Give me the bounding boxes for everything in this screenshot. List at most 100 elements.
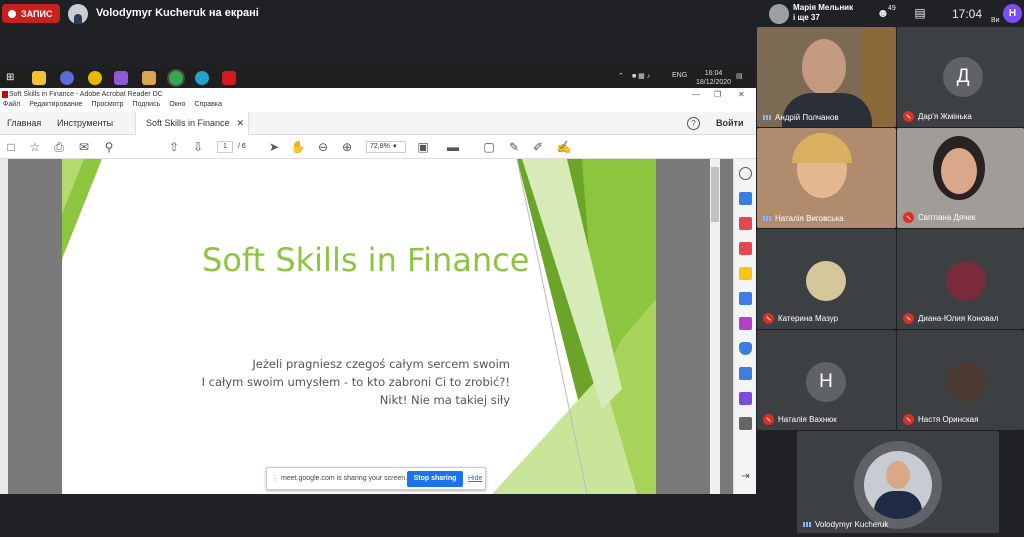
hand-tool-icon[interactable]: ✋ bbox=[290, 140, 306, 154]
participant-tile[interactable]: Світлана Дячек bbox=[897, 128, 1024, 228]
menu-item[interactable]: Редактирование bbox=[29, 101, 82, 108]
mic-off-icon bbox=[903, 414, 914, 425]
app-icon[interactable] bbox=[88, 71, 102, 85]
drag-handle-icon[interactable]: ⋮ bbox=[271, 474, 279, 483]
tab-tools[interactable]: Инструменты bbox=[57, 112, 113, 135]
menu-item[interactable]: Просмотр bbox=[92, 101, 124, 108]
tab-document[interactable]: Soft Skills in Finance ✕ bbox=[135, 112, 250, 135]
close-button[interactable]: ✕ bbox=[738, 90, 745, 99]
visual-studio-icon[interactable] bbox=[114, 71, 128, 85]
minimize-button[interactable]: — bbox=[692, 90, 700, 99]
window-title: Soft Skills in Finance - Adobe Acrobat R… bbox=[9, 91, 163, 98]
acrobat-icon[interactable] bbox=[222, 71, 236, 85]
scroll-mode-icon[interactable]: ▬ bbox=[445, 140, 461, 154]
tab-home[interactable]: Главная bbox=[7, 112, 41, 135]
browser-icon[interactable] bbox=[60, 71, 74, 85]
presenter-suit bbox=[874, 491, 922, 519]
collapse-pane-icon[interactable]: ⇥ bbox=[739, 471, 752, 484]
print-icon[interactable]: ⎙ bbox=[51, 140, 67, 154]
participant-name-text: Диана-Юлия Коновал bbox=[918, 314, 999, 323]
scan-icon[interactable] bbox=[739, 367, 752, 380]
windows-start-icon[interactable]: ⊞ bbox=[6, 71, 20, 85]
more-tools-icon[interactable] bbox=[739, 417, 752, 430]
scrollbar-thumb[interactable] bbox=[711, 167, 719, 222]
highlight-icon[interactable]: ✎ bbox=[506, 140, 522, 154]
page-number-input[interactable]: 1 bbox=[217, 141, 233, 153]
participants-more: і ще 37 bbox=[793, 13, 820, 22]
zoom-tool-icon[interactable] bbox=[739, 167, 752, 180]
menu-item[interactable]: Файл bbox=[3, 101, 20, 108]
mic-off-icon bbox=[903, 212, 914, 223]
participant-tile[interactable]: Д Дар'я Жмінька bbox=[897, 27, 1024, 127]
previous-page-icon[interactable]: ⇧ bbox=[166, 140, 182, 154]
maximize-button[interactable]: ❐ bbox=[714, 90, 721, 99]
tray-chevron-icon[interactable]: ⌃ bbox=[618, 72, 624, 80]
taskbar-time: 16:04 bbox=[704, 70, 723, 77]
window-titlebar: Soft Skills in Finance - Adobe Acrobat R… bbox=[0, 88, 756, 101]
comment-tool-icon[interactable] bbox=[739, 267, 752, 280]
select-cursor-icon[interactable]: ➤ bbox=[266, 140, 282, 154]
menu-item[interactable]: Окно bbox=[169, 101, 185, 108]
next-page-icon[interactable]: ⇩ bbox=[190, 140, 206, 154]
combine-files-icon[interactable] bbox=[739, 217, 752, 230]
page-total: / 6 bbox=[238, 143, 246, 150]
stop-sharing-button[interactable]: Stop sharing bbox=[407, 471, 463, 487]
zoom-select[interactable]: 72,8% ▼ bbox=[366, 141, 406, 153]
input-language[interactable]: ENG bbox=[672, 72, 687, 79]
participants-summary[interactable]: Марія Мельник і ще 37 bbox=[793, 3, 853, 23]
participant-tile[interactable]: Настя Оринская bbox=[897, 330, 1024, 430]
participant-name-text: Андрій Полчанов bbox=[775, 113, 839, 122]
tray-icons: ■ ▦ ♪ bbox=[632, 73, 651, 80]
organize-pages-icon[interactable] bbox=[739, 292, 752, 305]
presenter-tile[interactable]: Volodymyr Kucheruk bbox=[797, 431, 999, 533]
star-icon[interactable]: ☆ bbox=[27, 140, 43, 154]
mic-off-icon bbox=[903, 111, 914, 122]
fit-page-icon[interactable]: ▣ bbox=[415, 140, 431, 154]
tab-document-label: Soft Skills in Finance bbox=[146, 118, 230, 128]
sign-icon[interactable]: ✍ bbox=[556, 140, 572, 154]
participant-tile[interactable]: Н Наталія Вахнюк bbox=[757, 330, 896, 430]
hide-link[interactable]: Hide bbox=[468, 475, 482, 482]
mic-off-icon bbox=[763, 313, 774, 324]
participant-tile[interactable]: Наталія Виговська bbox=[757, 128, 896, 228]
pdf-slide: Soft Skills in Finance Jeżeli pragniesz … bbox=[62, 159, 656, 494]
left-panel-toggle[interactable] bbox=[0, 159, 8, 494]
protect-icon[interactable] bbox=[739, 342, 752, 355]
chevron-down-icon: ▼ bbox=[391, 144, 398, 150]
zoom-out-icon[interactable]: ⊖ bbox=[315, 140, 331, 154]
vertical-scrollbar[interactable] bbox=[710, 159, 720, 494]
participant-name-text: Наталія Виговська bbox=[775, 214, 844, 223]
participant-tile[interactable]: Андрій Полчанов bbox=[757, 27, 896, 127]
close-tab-icon[interactable]: ✕ bbox=[237, 118, 245, 128]
chrome-icon[interactable] bbox=[169, 71, 183, 85]
menu-item[interactable]: Подпись bbox=[133, 101, 161, 108]
draw-icon[interactable]: ✐ bbox=[530, 140, 546, 154]
participant-name: Катерина Мазур bbox=[763, 313, 838, 324]
mic-off-icon bbox=[763, 414, 774, 425]
participant-name: Наталія Вахнюк bbox=[763, 414, 837, 425]
self-avatar[interactable]: Н bbox=[1003, 4, 1022, 23]
self-label: Ви bbox=[991, 17, 1000, 24]
chat-icon[interactable]: ▤ bbox=[912, 6, 928, 20]
create-pdf-icon[interactable] bbox=[739, 192, 752, 205]
export-pdf-icon[interactable] bbox=[739, 242, 752, 255]
app-icon[interactable] bbox=[142, 71, 156, 85]
login-button[interactable]: Войти bbox=[716, 118, 743, 128]
participant-tile[interactable]: Диана-Юлия Коновал bbox=[897, 229, 1024, 329]
save-icon[interactable]: □ bbox=[3, 140, 19, 154]
menu-item[interactable]: Справка bbox=[195, 101, 222, 108]
help-icon[interactable]: ? bbox=[687, 117, 700, 130]
signature-icon[interactable] bbox=[739, 392, 752, 405]
participant-tile[interactable]: Катерина Мазур bbox=[757, 229, 896, 329]
edge-icon[interactable] bbox=[195, 71, 209, 85]
comment-icon[interactable]: ▢ bbox=[481, 140, 497, 154]
fill-sign-icon[interactable] bbox=[739, 317, 752, 330]
file-explorer-icon[interactable] bbox=[32, 71, 46, 85]
notifications-icon[interactable]: ▤ bbox=[736, 72, 743, 80]
menu-bar: Файл Редактирование Просмотр Подпись Окно Спр… bbox=[0, 101, 756, 112]
search-icon[interactable]: ⚲ bbox=[101, 140, 117, 154]
slide-quote-line: Jeżeli pragniesz czegoś całym sercem swo… bbox=[252, 357, 510, 371]
participant-name-text: Настя Оринская bbox=[918, 415, 979, 424]
zoom-in-icon[interactable]: ⊕ bbox=[339, 140, 355, 154]
email-icon[interactable]: ✉ bbox=[76, 140, 92, 154]
